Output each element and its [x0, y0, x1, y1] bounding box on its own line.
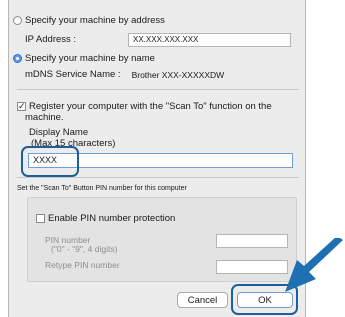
- enable-pin-option[interactable]: Enable PIN number protection: [36, 213, 175, 224]
- separator: [17, 89, 299, 90]
- pointer-arrow-icon: [285, 238, 343, 292]
- retype-pin-label: Retype PIN number: [45, 260, 120, 270]
- enable-pin-checkbox[interactable]: [36, 214, 45, 223]
- retype-pin-field[interactable]: [216, 260, 288, 274]
- mdns-label: mDNS Service Name :: [25, 69, 121, 80]
- by-name-radio[interactable]: [13, 54, 22, 63]
- separator: [17, 177, 299, 178]
- pin-group: Enable PIN number protection PIN number …: [27, 197, 297, 282]
- by-name-option[interactable]: Specify your machine by name: [13, 53, 155, 64]
- register-checkbox[interactable]: ✓: [17, 102, 26, 111]
- register-label-line1: Register your computer with the "Scan To…: [29, 101, 272, 112]
- register-label-line2: machine.: [25, 112, 64, 123]
- by-address-radio[interactable]: [13, 16, 22, 25]
- pin-section-title: Set the "Scan To" Button PIN number for …: [17, 185, 187, 192]
- pin-number-hint: ("0" - "9", 4 digits): [51, 244, 118, 254]
- display-name-highlight: [21, 146, 79, 177]
- by-name-label: Specify your machine by name: [25, 53, 155, 64]
- display-name-label: Display Name: [29, 127, 89, 138]
- enable-pin-label: Enable PIN number protection: [48, 213, 176, 224]
- mdns-value: Brother XXX-XXXXXDW: [131, 69, 225, 80]
- by-address-option[interactable]: Specify your machine by address: [13, 15, 165, 26]
- register-option[interactable]: ✓ Register your computer with the "Scan …: [17, 101, 272, 112]
- by-address-label: Specify your machine by address: [25, 15, 165, 26]
- ip-address-label: IP Address :: [25, 34, 77, 45]
- ip-address-field[interactable]: XX.XXX.XXX.XXX: [128, 33, 291, 47]
- pin-number-field[interactable]: [216, 234, 288, 248]
- mdns-service-name: mDNS Service Name : Brother XXX-XXXXXDW: [25, 69, 224, 80]
- cancel-button[interactable]: Cancel: [177, 292, 228, 308]
